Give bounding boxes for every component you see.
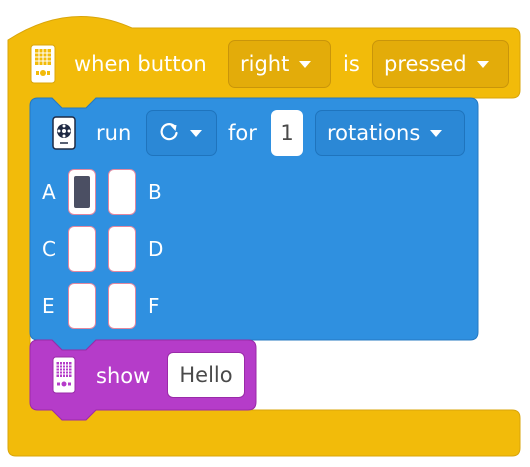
direction-dropdown[interactable]: [146, 110, 217, 156]
port-c-label: C: [42, 237, 56, 261]
port-f-label: F: [148, 294, 160, 318]
button-select-value: right: [240, 52, 290, 76]
port-d-label: D: [148, 237, 164, 261]
chevron-down-icon: [476, 60, 489, 68]
unit-value: rotations: [327, 121, 421, 145]
amount-input[interactable]: 1: [271, 110, 303, 156]
is-label: is: [343, 52, 360, 76]
chevron-down-icon: [299, 60, 312, 68]
port-b-label: B: [148, 180, 162, 204]
port-f-toggle[interactable]: [108, 283, 136, 329]
run-label: run: [96, 121, 132, 145]
port-a-toggle[interactable]: [68, 169, 96, 215]
port-d-toggle[interactable]: [108, 226, 136, 272]
chevron-down-icon: [430, 129, 443, 137]
amount-value: 1: [280, 121, 294, 145]
hub-display-icon: [52, 356, 76, 394]
port-a-label: A: [42, 180, 56, 204]
rotate-clockwise-icon: [160, 123, 178, 141]
unit-dropdown[interactable]: rotations: [315, 110, 465, 156]
hub-brick-icon: [30, 44, 56, 84]
chevron-down-icon: [190, 129, 202, 137]
port-e-label: E: [42, 294, 55, 318]
button-select-dropdown[interactable]: right: [228, 40, 331, 88]
button-state-dropdown[interactable]: pressed: [372, 40, 509, 88]
button-state-value: pressed: [384, 52, 467, 76]
port-a-selected-fill: [74, 176, 90, 208]
port-c-toggle[interactable]: [68, 226, 96, 272]
display-text-input[interactable]: Hello: [167, 352, 245, 398]
when-button-label: when button: [74, 52, 207, 76]
port-b-toggle[interactable]: [108, 169, 136, 215]
show-label: show: [96, 364, 151, 388]
for-label: for: [228, 121, 257, 145]
display-text-value: Hello: [179, 363, 233, 387]
port-e-toggle[interactable]: [68, 283, 96, 329]
motor-icon: [52, 116, 76, 150]
